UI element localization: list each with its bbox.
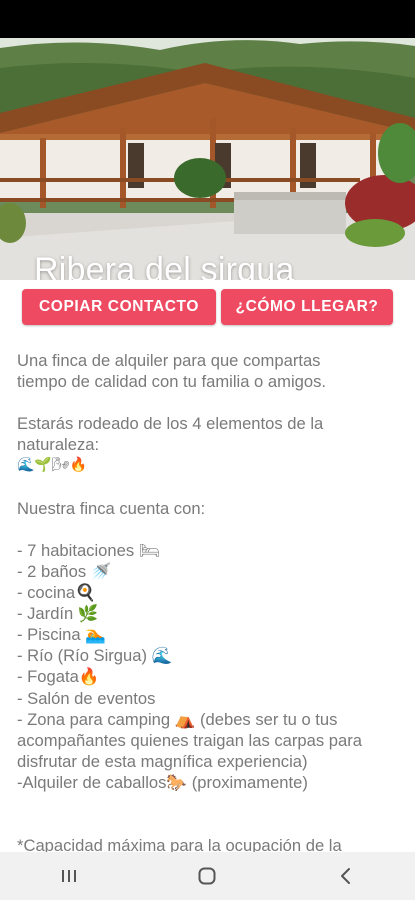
home-icon <box>198 867 216 885</box>
amenity-item: - Fogata🔥 <box>17 667 100 687</box>
amenity-item: - Zona para camping ⛺ (debes ser tu o tu… <box>17 709 338 729</box>
property-title: Ribera del sirgua <box>34 251 295 280</box>
back-button[interactable] <box>316 852 376 900</box>
copy-contact-button[interactable]: COPIAR CONTACTO <box>22 289 216 325</box>
hero-image: Ribera del sirgua <box>0 38 415 280</box>
description-line: Estarás rodeado de los 4 elementos de la <box>17 414 324 434</box>
elements-emoji-icons: 🌊🌱🌬🔥 <box>17 457 88 474</box>
recents-button[interactable] <box>39 852 99 900</box>
amenity-item: - 2 baños 🚿 <box>17 561 112 581</box>
amenity-item: - Río (Río Sirgua) 🌊 <box>17 646 173 666</box>
amenity-item: - 7 habitaciones 🛏 <box>17 540 160 560</box>
amenity-item: acompañantes quienes traigan las carpas … <box>17 730 363 750</box>
description-line: Una finca de alquiler para que compartas <box>17 351 321 370</box>
recents-icon <box>62 870 77 882</box>
home-button[interactable] <box>177 852 237 900</box>
amenity-item: disfrutar de esta magnífica experiencia) <box>17 751 308 771</box>
amenity-item: - Salón de eventos <box>17 688 156 708</box>
finca-photo <box>0 38 415 280</box>
amenity-item: - cocina🍳 <box>17 583 96 603</box>
status-bar <box>0 0 415 38</box>
amenities-heading: Nuestra finca cuenta con: <box>17 498 206 518</box>
directions-button[interactable]: ¿CÓMO LLEGAR? <box>221 289 393 325</box>
description-line: tiempo de calidad con tu familia o amigo… <box>17 372 326 392</box>
system-navigation-bar <box>0 852 415 900</box>
description-line: naturaleza: <box>17 435 100 455</box>
amenity-item: -Alquiler de caballos🐎 (proximamente) <box>17 772 308 792</box>
amenity-item: - Piscina 🏊 <box>17 625 106 645</box>
back-icon <box>340 868 350 884</box>
property-description: Una finca de alquiler para que compartas… <box>17 350 403 856</box>
amenity-item: - Jardín 🌿 <box>17 604 99 624</box>
